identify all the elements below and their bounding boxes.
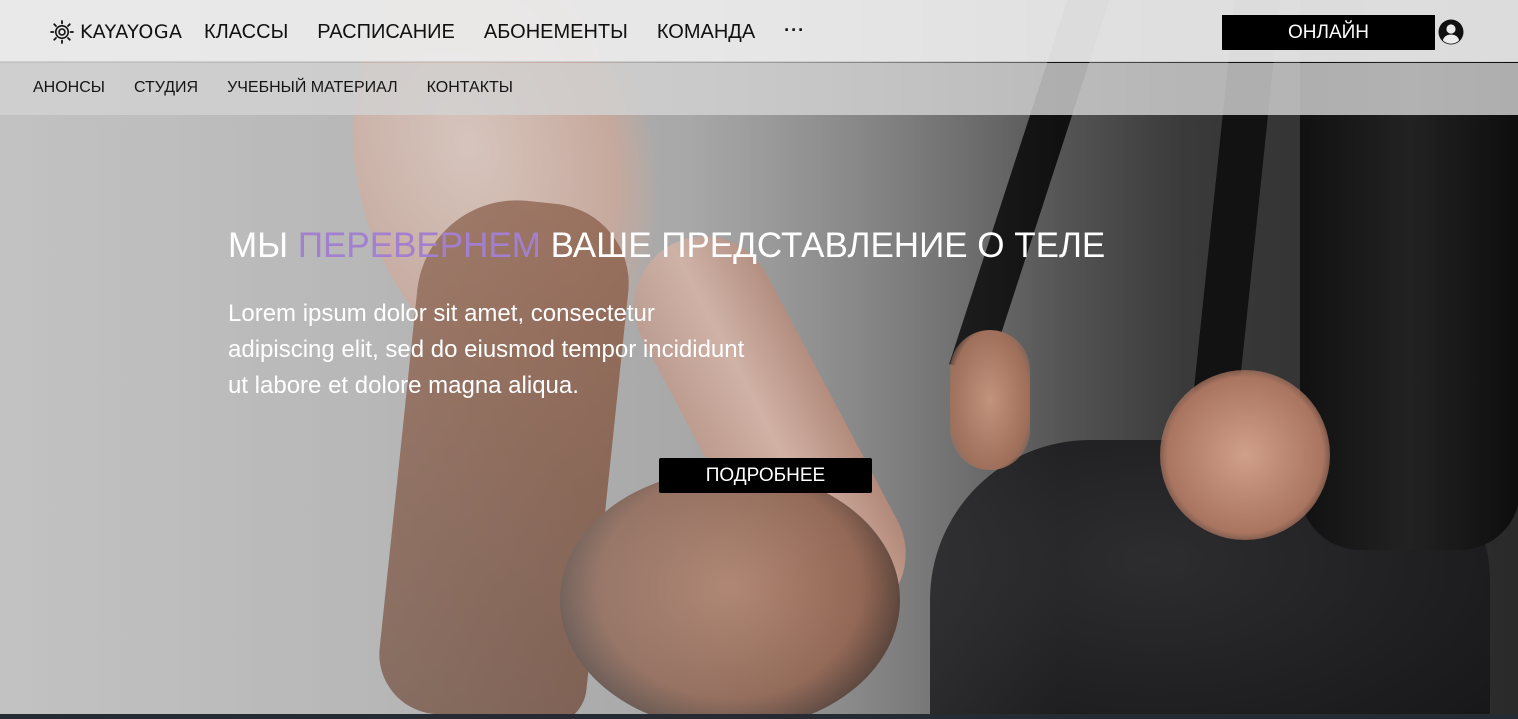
site-header: KAYAYOGA КЛАССЫ РАСПИСАНИЕ АБОНЕМЕНТЫ КО…: [0, 0, 1518, 62]
nav-item-classes[interactable]: КЛАССЫ: [204, 21, 288, 44]
hero-title-part1: МЫ: [228, 226, 289, 265]
logo-text: KAYAYOGA: [80, 21, 183, 43]
subnav-item-contacts[interactable]: КОНТАКТЫ: [427, 79, 513, 97]
hero-title: МЫ ПЕРЕВЕРНЕМ ВАШЕ ПРЕДСТАВЛЕНИЕ О ТЕЛЕ: [228, 226, 1228, 266]
subnav-item-learning-material[interactable]: УЧЕБНЫЙ МАТЕРИАЛ: [227, 79, 398, 97]
site-logo[interactable]: KAYAYOGA: [50, 19, 183, 45]
online-button[interactable]: ОНЛАЙН: [1222, 15, 1435, 50]
subnav-item-announcements[interactable]: АНОНСЫ: [33, 79, 105, 97]
more-details-button[interactable]: ПОДРОБНЕЕ: [659, 458, 872, 493]
sun-mandala-icon: [50, 20, 74, 44]
more-menu-button[interactable]: ···: [784, 20, 805, 41]
bottom-edge-strip: [0, 714, 1518, 719]
nav-item-schedule[interactable]: РАСПИСАНИЕ: [317, 21, 455, 44]
hero-description: Lorem ipsum dolor sit amet, consectetur …: [228, 300, 745, 399]
hero-title-part2: ВАШЕ ПРЕДСТАВЛЕНИЕ О ТЕЛЕ: [550, 226, 1106, 265]
user-circle-icon[interactable]: [1438, 19, 1464, 45]
subnav-item-studio[interactable]: СТУДИЯ: [134, 79, 198, 97]
sub-header: АНОНСЫ СТУДИЯ УЧЕБНЫЙ МАТЕРИАЛ КОНТАКТЫ: [0, 63, 1518, 115]
secondary-navigation: АНОНСЫ СТУДИЯ УЧЕБНЫЙ МАТЕРИАЛ КОНТАКТЫ: [33, 79, 542, 97]
nav-item-team[interactable]: КОМАНДА: [657, 21, 755, 44]
nav-item-subscriptions[interactable]: АБОНЕМЕНТЫ: [484, 21, 628, 44]
hero-title-accent: ПЕРЕВЕРНЕМ: [297, 226, 541, 265]
main-navigation: КЛАССЫ РАСПИСАНИЕ АБОНЕМЕНТЫ КОМАНДА ···: [204, 20, 805, 44]
